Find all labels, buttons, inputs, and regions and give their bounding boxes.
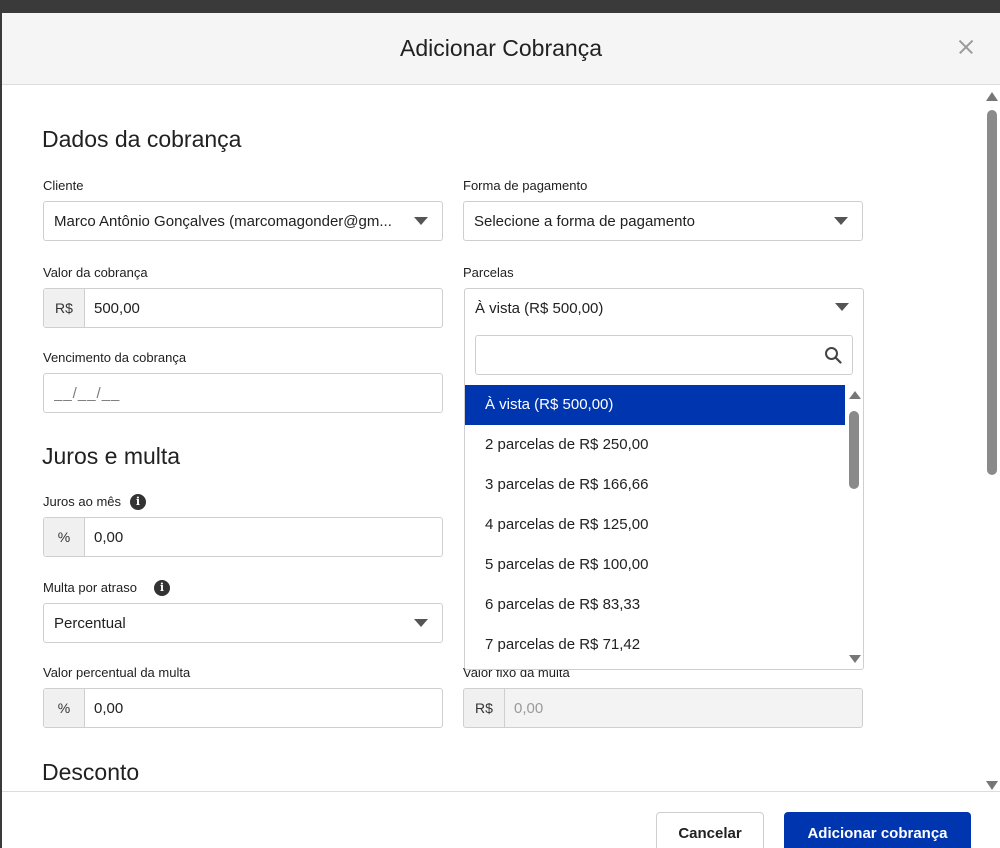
vencimento-input[interactable]: __/__/__ (43, 373, 443, 413)
chevron-down-icon (835, 303, 849, 311)
juros-mes-input[interactable]: % 0,00 (43, 517, 443, 557)
parcelas-option[interactable]: À vista (R$ 500,00) (465, 385, 845, 425)
multa-atraso-value: Percentual (54, 615, 126, 632)
scrollbar-thumb[interactable] (987, 110, 997, 475)
valor-percentual-multa-value: 0,00 (94, 700, 124, 717)
modal-title: Adicionar Cobrança (399, 35, 602, 61)
modal-header: Adicionar Cobrança (2, 13, 1000, 85)
section-title-juros: Juros e multa (42, 443, 181, 469)
juros-mes-value: 0,00 (94, 529, 124, 546)
juros-mes-label: Juros ao mês (43, 494, 122, 509)
parcelas-scrollbar[interactable] (847, 385, 861, 665)
parcelas-option[interactable]: 5 parcelas de R$ 100,00 (465, 545, 845, 585)
add-charge-button[interactable]: Adicionar cobrança (784, 812, 971, 848)
info-icon[interactable]: i (130, 494, 146, 510)
parcelas-value: À vista (R$ 500,00) (475, 300, 604, 317)
vencimento-placeholder: __/__/__ (54, 385, 121, 402)
section-title-dados: Dados da cobrança (42, 126, 242, 152)
valor-percentual-multa-input[interactable]: % 0,00 (43, 688, 443, 728)
scrollbar-thumb[interactable] (849, 411, 859, 489)
currency-addon: R$ (464, 689, 505, 727)
percent-addon: % (44, 689, 85, 727)
section-title-desconto: Desconto (42, 759, 140, 785)
parcelas-option[interactable]: 6 parcelas de R$ 83,33 (465, 585, 845, 625)
scroll-up-icon[interactable] (849, 391, 861, 399)
scroll-down-icon[interactable] (849, 655, 861, 663)
parcelas-option[interactable]: 2 parcelas de R$ 250,00 (465, 425, 845, 465)
parcelas-options-list: À vista (R$ 500,00) 2 parcelas de R$ 250… (465, 385, 845, 667)
forma-pagamento-value: Selecione a forma de pagamento (474, 213, 695, 230)
close-icon[interactable] (954, 35, 978, 59)
valor-label: Valor da cobrança (43, 265, 148, 280)
currency-addon: R$ (44, 289, 85, 327)
valor-value: 500,00 (94, 300, 140, 317)
modal-scrollbar[interactable] (984, 90, 1000, 790)
valor-fixo-multa-value: 0,00 (514, 700, 544, 717)
cliente-label: Cliente (43, 178, 84, 193)
cancel-button[interactable]: Cancelar (656, 812, 764, 848)
modal-footer: Cancelar Adicionar cobrança (2, 791, 1000, 848)
parcelas-search-input[interactable] (475, 335, 853, 375)
valor-input[interactable]: R$ 500,00 (43, 288, 443, 328)
multa-atraso-select[interactable]: Percentual (43, 603, 443, 643)
cliente-select[interactable]: Marco Antônio Gonçalves (marcomagonder@g… (43, 201, 443, 241)
add-charge-modal: Adicionar Cobrança Dados da cobrança Cli… (2, 13, 1000, 848)
scroll-down-icon[interactable] (986, 781, 998, 790)
chevron-down-icon (414, 217, 428, 225)
parcelas-label: Parcelas (463, 265, 514, 280)
search-icon (825, 347, 842, 364)
chevron-down-icon (414, 619, 428, 627)
parcelas-option[interactable]: 3 parcelas de R$ 166,66 (465, 465, 845, 505)
chevron-down-icon (834, 217, 848, 225)
multa-atraso-label: Multa por atraso (43, 580, 137, 595)
info-icon[interactable]: i (154, 580, 170, 596)
scroll-up-icon[interactable] (986, 92, 998, 101)
parcelas-option[interactable]: 7 parcelas de R$ 71,42 (465, 625, 845, 665)
parcelas-option[interactable]: 4 parcelas de R$ 125,00 (465, 505, 845, 545)
parcelas-dropdown[interactable]: À vista (R$ 500,00) À vista (R$ 500,00) … (464, 288, 864, 670)
percent-addon: % (44, 518, 85, 556)
forma-pagamento-select[interactable]: Selecione a forma de pagamento (463, 201, 863, 241)
vencimento-label: Vencimento da cobrança (43, 350, 187, 365)
valor-percentual-multa-label: Valor percentual da multa (43, 665, 191, 680)
forma-pagamento-label: Forma de pagamento (463, 178, 588, 193)
valor-fixo-multa-input: R$ 0,00 (463, 688, 863, 728)
cliente-value: Marco Antônio Gonçalves (marcomagonder@g… (54, 213, 392, 230)
